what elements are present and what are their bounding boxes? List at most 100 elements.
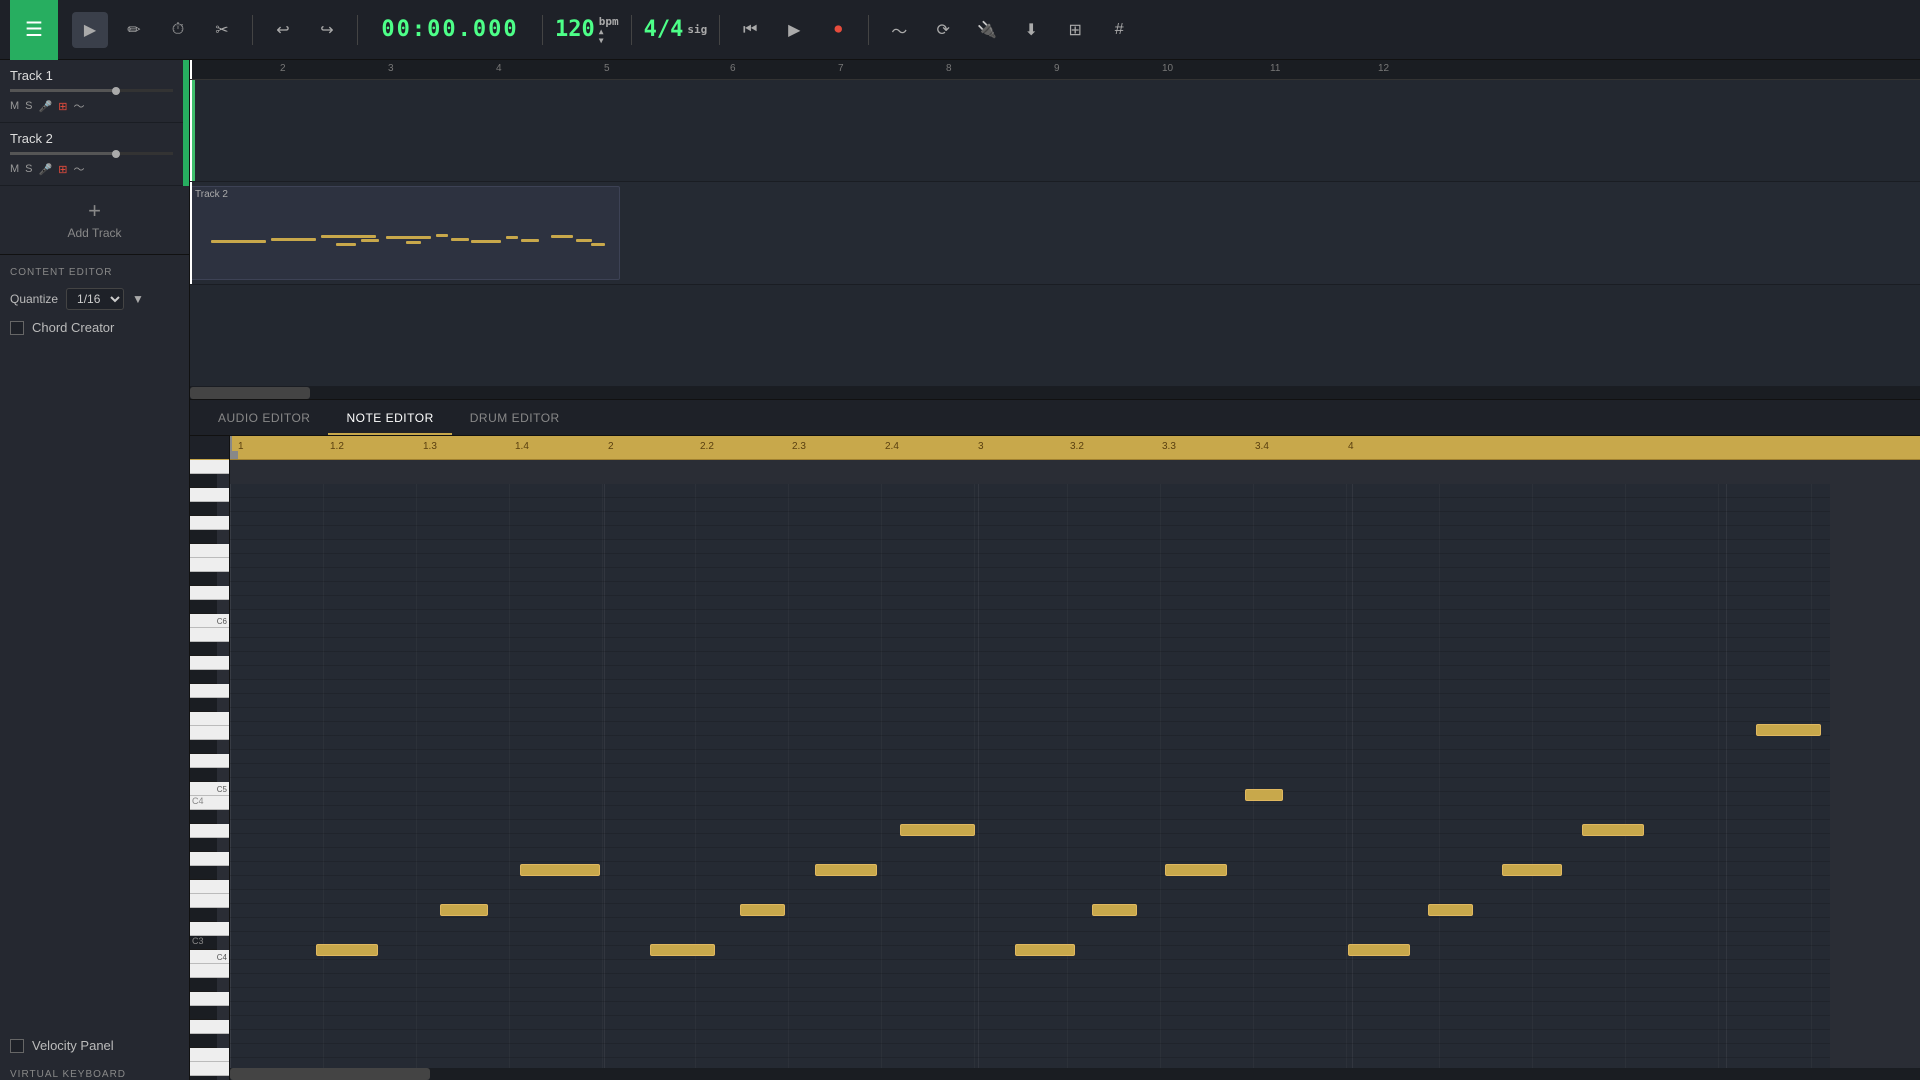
note-block-3[interactable] xyxy=(520,864,600,876)
piano-key-G#6[interactable] xyxy=(190,502,217,516)
chord-creator-checkbox[interactable] xyxy=(10,321,24,335)
piano-key-B3[interactable] xyxy=(190,964,229,978)
piano-key-D#5[interactable] xyxy=(190,740,217,754)
mixdown-button[interactable]: ⬇ xyxy=(1013,12,1049,48)
empty-lane-1[interactable] xyxy=(190,285,1920,387)
track-1-volume-slider[interactable] xyxy=(10,89,173,92)
track-2-solo-button[interactable]: S xyxy=(25,163,32,175)
note-block-2[interactable] xyxy=(440,904,488,916)
note-grid[interactable] xyxy=(230,484,1830,1080)
piano-key-G#5[interactable] xyxy=(190,670,217,684)
quantize-select[interactable]: 1/16 1/8 1/4 1/2 1 xyxy=(66,288,124,310)
note-block-16[interactable] xyxy=(1756,724,1821,736)
piano-key-D4[interactable] xyxy=(190,922,229,936)
note-block-13[interactable] xyxy=(1428,904,1473,916)
scissors-tool-button[interactable]: ✂ xyxy=(204,12,240,48)
piano-key-G5[interactable] xyxy=(190,684,229,698)
piano-key-D#6[interactable] xyxy=(190,572,217,586)
piano-key-G3[interactable] xyxy=(190,1020,229,1034)
note-block-10[interactable] xyxy=(1165,864,1227,876)
track-1-automation-button[interactable]: 〜 xyxy=(73,98,84,114)
piano-key-B5[interactable] xyxy=(190,628,229,642)
arrangement-hscroll-thumb[interactable] xyxy=(190,387,310,399)
plugin-button[interactable]: 🔌 xyxy=(969,12,1005,48)
clock-tool-button[interactable]: ⏱ xyxy=(160,12,196,48)
piano-key-A#4[interactable] xyxy=(190,810,217,824)
menu-button[interactable]: ☰ xyxy=(10,0,58,60)
piano-key-B6[interactable] xyxy=(190,460,229,474)
piano-key-C6[interactable]: C6 xyxy=(190,614,229,628)
track-2-fx-button[interactable]: ⊞ xyxy=(58,163,67,176)
piano-key-G#3[interactable] xyxy=(190,1006,217,1020)
track-2-lane[interactable]: Track 2 xyxy=(190,182,1920,284)
piano-key-D5[interactable] xyxy=(190,754,229,768)
note-block-8[interactable] xyxy=(1015,944,1075,956)
piano-key-F#5[interactable] xyxy=(190,698,217,712)
note-block-6[interactable] xyxy=(815,864,877,876)
piano-roll-hscroll-thumb[interactable] xyxy=(230,1068,430,1080)
piano-key-F4[interactable] xyxy=(190,880,229,894)
note-block-5[interactable] xyxy=(740,904,785,916)
play-button[interactable]: ▶ xyxy=(776,12,812,48)
mixer-button[interactable]: ⊞ xyxy=(1057,12,1093,48)
redo-button[interactable]: ↪ xyxy=(309,12,345,48)
piano-roll-hscroll[interactable] xyxy=(230,1068,1920,1080)
bpm-up-arrow[interactable]: ▲ xyxy=(599,28,619,36)
piano-key-D#3[interactable] xyxy=(190,1076,217,1080)
track-2-clip[interactable]: Track 2 xyxy=(190,186,620,279)
note-block-15[interactable] xyxy=(1582,824,1644,836)
piano-key-A6[interactable] xyxy=(190,488,229,502)
velocity-panel-checkbox[interactable] xyxy=(10,1039,24,1053)
note-block-7[interactable] xyxy=(900,824,975,836)
bpm-display[interactable]: 120 bpm ▲ ▼ xyxy=(555,15,619,45)
track-2-volume-slider[interactable] xyxy=(10,152,173,155)
note-block-11[interactable] xyxy=(1245,789,1283,801)
piano-key-A#6[interactable] xyxy=(190,474,217,488)
piano-key-E3[interactable] xyxy=(190,1062,229,1076)
piano-key-D#4[interactable] xyxy=(190,908,217,922)
piano-key-C4[interactable]: C4 xyxy=(190,950,229,964)
track-1-mute-button[interactable]: M xyxy=(10,100,19,112)
note-block-14[interactable] xyxy=(1502,864,1562,876)
arrangement-hscroll[interactable] xyxy=(190,387,1920,399)
track-2-record-button[interactable]: 🎤 xyxy=(39,163,53,176)
track-2-mute-button[interactable]: M xyxy=(10,163,19,175)
note-block-1[interactable] xyxy=(316,944,378,956)
grid-button[interactable]: # xyxy=(1101,12,1137,48)
track-2-automation-button[interactable]: 〜 xyxy=(73,161,84,177)
record-button[interactable]: ⏺ xyxy=(820,12,856,48)
piano-key-F#3[interactable] xyxy=(190,1034,217,1048)
piano-key-E4[interactable] xyxy=(190,894,229,908)
track-1-lane[interactable] xyxy=(190,80,1920,182)
tab-audio-editor[interactable]: AUDIO EDITOR xyxy=(200,403,328,435)
bpm-down-arrow[interactable]: ▼ xyxy=(599,37,619,45)
piano-key-C#6[interactable] xyxy=(190,600,217,614)
skip-back-button[interactable]: ⏮ xyxy=(732,12,768,48)
piano-key-G4[interactable] xyxy=(190,852,229,866)
tab-drum-editor[interactable]: DRUM EDITOR xyxy=(452,403,578,435)
note-block-4[interactable] xyxy=(650,944,715,956)
piano-key-G6[interactable] xyxy=(190,516,229,530)
piano-key-F5[interactable] xyxy=(190,712,229,726)
piano-key-A#3[interactable] xyxy=(190,978,217,992)
automation-button[interactable]: 〜 xyxy=(881,12,917,48)
note-block-9[interactable] xyxy=(1092,904,1137,916)
piano-key-E6[interactable] xyxy=(190,558,229,572)
piano-key-F#6[interactable] xyxy=(190,530,217,544)
loop-button[interactable]: ⟳ xyxy=(925,12,961,48)
piano-key-F6[interactable] xyxy=(190,544,229,558)
piano-key-A3[interactable] xyxy=(190,992,229,1006)
add-track-button[interactable]: + Add Track xyxy=(0,186,189,254)
tab-note-editor[interactable]: NOTE EDITOR xyxy=(328,403,451,435)
bpm-arrows[interactable]: ▲ ▼ xyxy=(599,28,619,45)
note-block-12[interactable] xyxy=(1348,944,1410,956)
piano-key-A4[interactable] xyxy=(190,824,229,838)
pencil-tool-button[interactable]: ✏ xyxy=(116,12,152,48)
track-1-record-button[interactable]: 🎤 xyxy=(39,100,53,113)
piano-key-E5[interactable] xyxy=(190,726,229,740)
piano-key-F3[interactable] xyxy=(190,1048,229,1062)
piano-key-C5[interactable]: C5 xyxy=(190,782,229,796)
time-signature-display[interactable]: 4/4 sig xyxy=(644,17,708,42)
undo-button[interactable]: ↩ xyxy=(265,12,301,48)
piano-key-A5[interactable] xyxy=(190,656,229,670)
